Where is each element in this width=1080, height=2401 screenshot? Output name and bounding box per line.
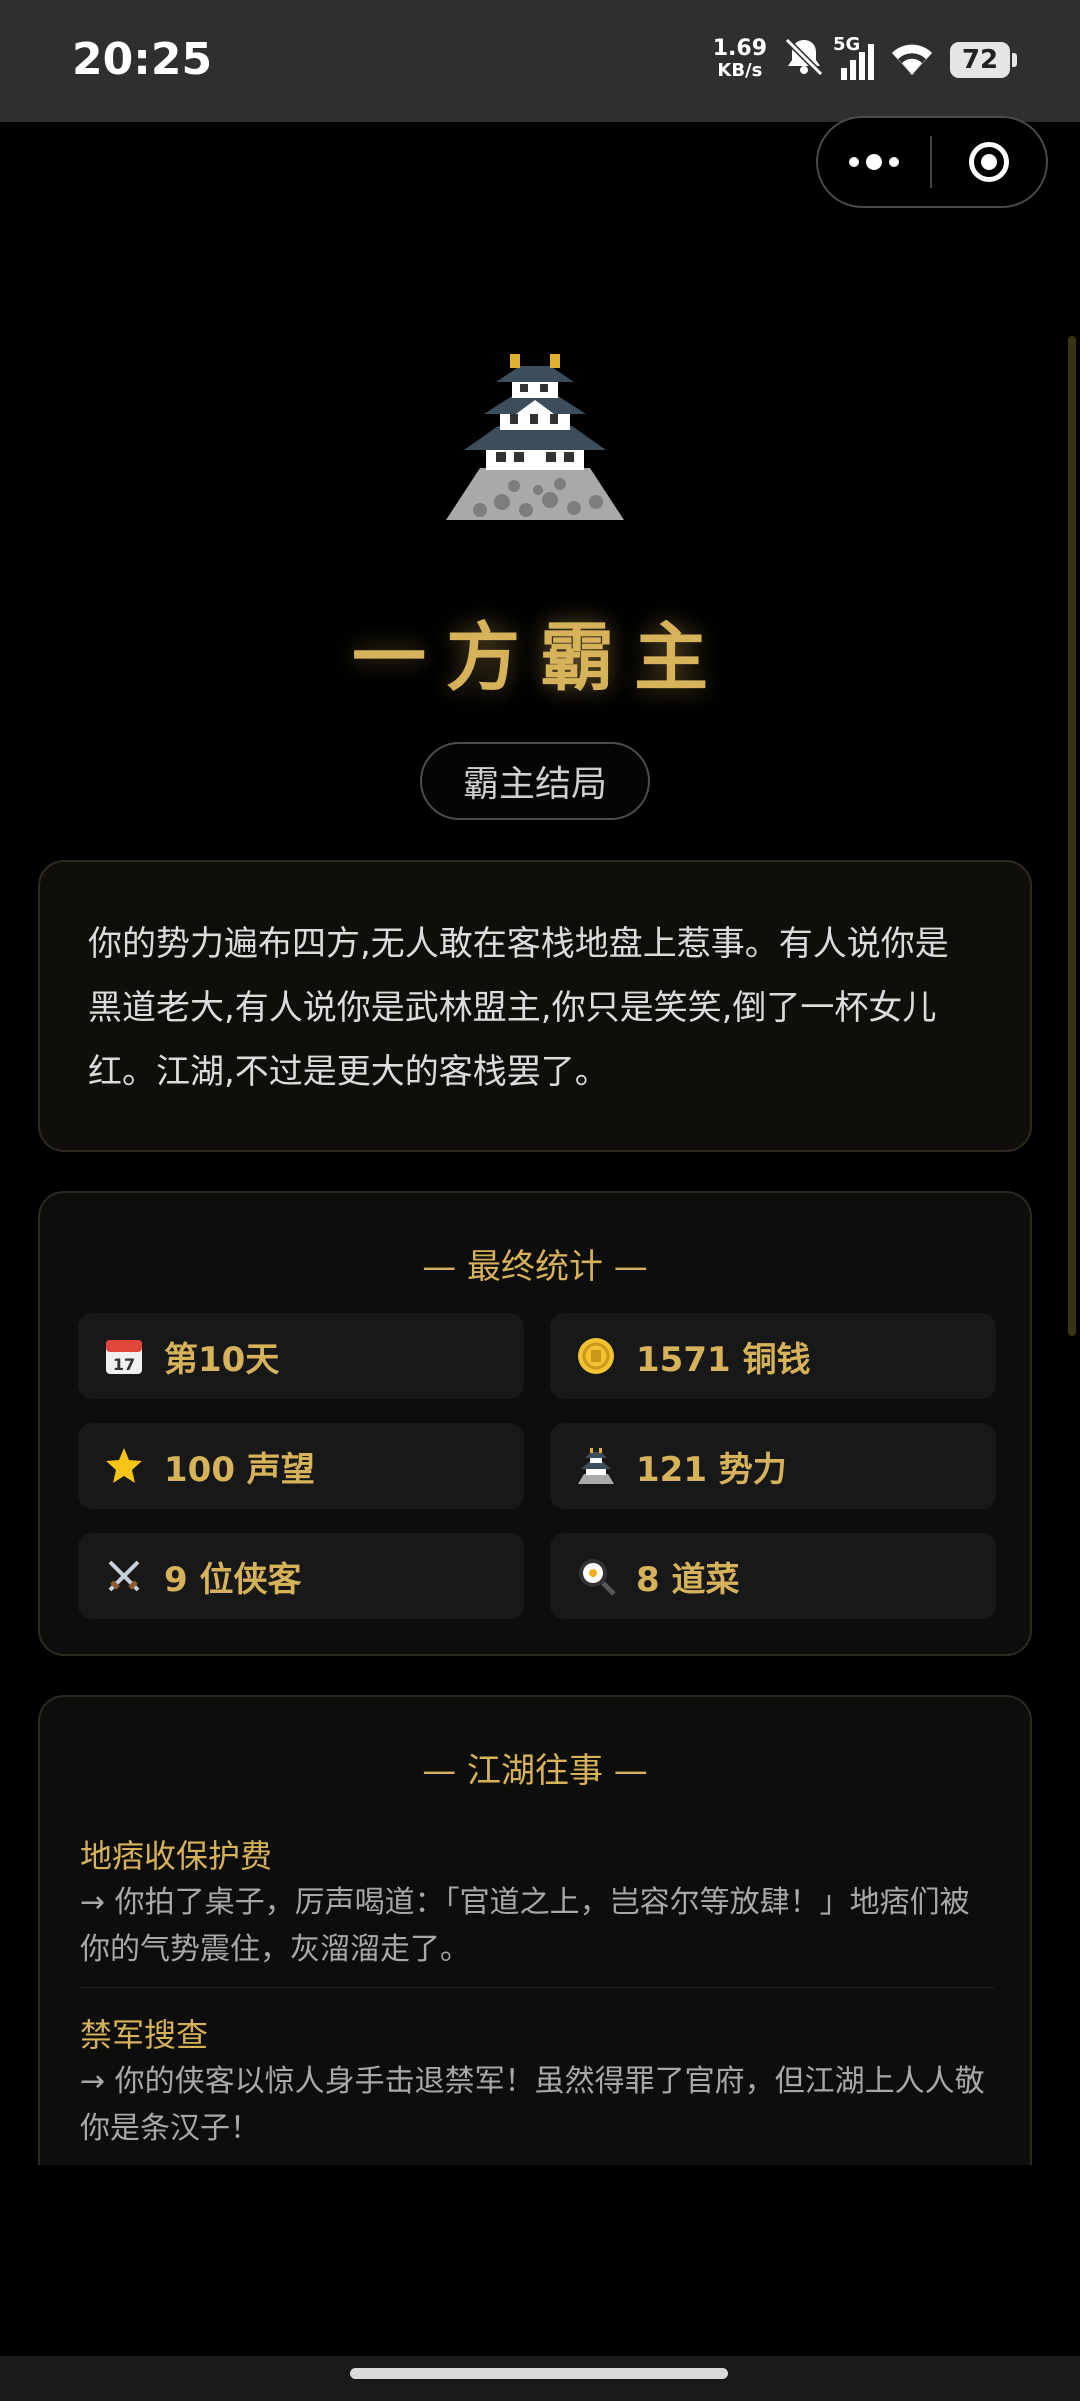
home-indicator[interactable] [350,2368,728,2379]
stat-label: 121 势力 [636,1449,787,1490]
calendar-icon: 17 [102,1334,146,1378]
frying-pan-icon [574,1554,618,1598]
final-stats-card: — 最终统计 — 17 第10天 1571 铜钱 100 声望 121 势力 9… [38,1191,1032,1656]
stat-coins: 1571 铜钱 [550,1313,996,1399]
stat-label: 1571 铜钱 [636,1339,811,1380]
network-speed: 1.69 KB/s [713,38,767,82]
status-time: 20:25 [72,34,213,85]
stat-label: 第10天 [164,1339,280,1380]
castle-icon [574,1444,618,1488]
more-dot-icon [866,154,882,170]
ending-type-badge: 霸主结局 [420,742,650,820]
stat-label: 100 声望 [164,1449,315,1490]
list-item: 地痞收保护费 → 你拍了桌子，厉声喝道：「官道之上，岂容尔等放肆！」地痞们被你的… [80,1827,994,1988]
battery-indicator: 72 [950,42,1017,78]
network-speed-value: 1.69 [712,36,767,61]
ending-title: 一方霸主 [352,615,728,701]
stat-label: 9 位侠客 [164,1559,302,1600]
scroll-indicator[interactable] [1068,336,1076,1336]
list-item: 禁军搜查 → 你的侠客以惊人身手击退禁军！虽然得罪了官府，但江湖上人人敬你是条汉… [80,2006,994,2165]
stat-day: 17 第10天 [78,1313,524,1399]
target-icon [969,142,1009,182]
more-dot-icon [889,157,899,167]
events-list: 地痞收保护费 → 你拍了桌子，厉声喝道：「官道之上，岂容尔等放肆！」地痞们被你的… [80,1827,994,2165]
castle-icon [440,350,630,530]
more-dot-icon [849,157,859,167]
final-stats-title: — 最终统计 — [422,1247,648,1287]
signal-icon: 5G [833,34,874,80]
event-result: → 你的侠客以惊人身手击退禁军！虽然得罪了官府，但江湖上人人敬你是条汉子！ [80,2064,985,2146]
star-icon [102,1444,146,1488]
network-type: 5G [833,34,861,55]
events-title: — 江湖往事 — [422,1751,648,1791]
ending-description-card: 你的势力遍布四方,无人敢在客栈地盘上惹事。有人说你是黑道老大,有人说你是武林盟主… [38,860,1032,1152]
stat-dishes: 8 道菜 [550,1533,996,1619]
status-bar: 20:25 1.69 KB/s 5G 72 [0,0,1080,122]
event-title: 地痞收保护费 [80,1837,273,1875]
network-speed-unit: KB/s [717,60,763,81]
more-button[interactable] [818,118,930,206]
close-miniprogram-button[interactable] [932,118,1046,206]
event-result: → 你拍了桌子，厉声喝道：「官道之上，岂容尔等放肆！」地痞们被你的气势震住，灰溜… [80,1885,970,1967]
event-title: 禁军搜查 [80,2016,209,2054]
crossed-swords-icon [102,1554,146,1598]
coin-icon [574,1334,618,1378]
miniprogram-capsule [816,116,1048,208]
mute-icon [781,36,827,85]
ending-description: 你的势力遍布四方,无人敢在客栈地盘上惹事。有人说你是黑道老大,有人说你是武林盟主… [88,924,949,1092]
stat-reputation: 100 声望 [78,1423,524,1509]
wifi-icon [888,39,936,81]
jianghu-events-card: — 江湖往事 — 地痞收保护费 → 你拍了桌子，厉声喝道：「官道之上，岂容尔等放… [38,1695,1032,2165]
status-icons: 1.69 KB/s 5G 72 [713,30,1017,90]
stat-heroes: 9 位侠客 [78,1533,524,1619]
stats-grid: 17 第10天 1571 铜钱 100 声望 121 势力 9 位侠客 8 道菜 [78,1313,996,1619]
svg-text:17: 17 [113,1355,135,1374]
stat-label: 8 道菜 [636,1559,740,1600]
stat-influence: 121 势力 [550,1423,996,1509]
